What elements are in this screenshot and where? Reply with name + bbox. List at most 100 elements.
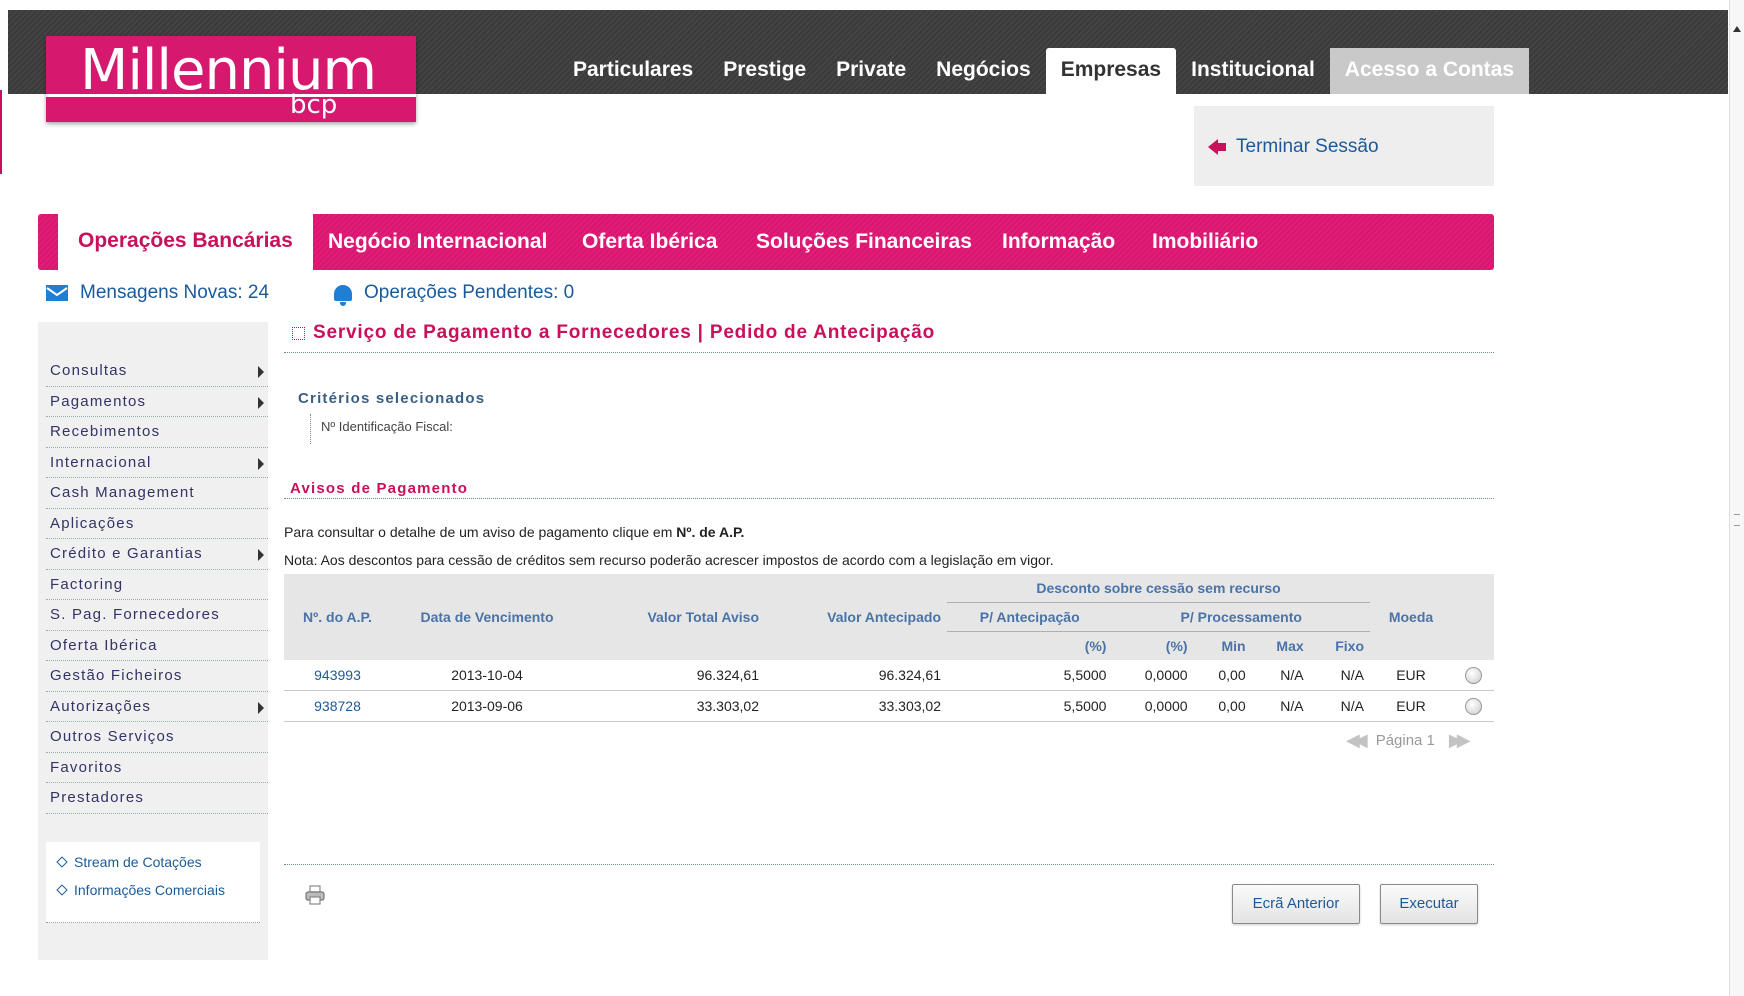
sidebar-item-cash-management[interactable]: Cash Management (46, 478, 268, 509)
sidebar-item-label: Cash Management (50, 484, 195, 501)
tab-operacoes-bancarias[interactable]: Operações Bancárias (58, 208, 313, 270)
topnav-negocios[interactable]: Negócios (921, 48, 1046, 94)
sidebar-item-pagamentos[interactable]: Pagamentos (46, 387, 268, 417)
pending-link[interactable]: Operações Pendentes: 0 (334, 282, 575, 306)
sidebar-item-internacional[interactable]: Internacional (46, 448, 268, 478)
sidebar-item-factoring[interactable]: Factoring (46, 570, 268, 600)
last-page-icon[interactable]: ▶▶ (1449, 730, 1471, 751)
scrollbar[interactable] (1729, 0, 1744, 996)
logo-sub: bcp (290, 90, 338, 120)
sidebar-item-label: Oferta Ibérica (50, 636, 158, 654)
cell-total: 33.303,02 (583, 690, 765, 722)
row-select-radio[interactable] (1464, 666, 1482, 684)
divider (284, 864, 1494, 865)
sidebar-item-label: Recebimentos (50, 423, 161, 440)
stream-cotacoes-link[interactable]: Stream de Cotações (56, 848, 260, 876)
sidebar-item-autorizacoes[interactable]: Autorizações (46, 692, 268, 722)
messages-label: Mensagens Novas: 24 (80, 282, 270, 303)
sidebar-item-credito-garantias[interactable]: Crédito e Garantias (46, 539, 268, 570)
ap-number-link[interactable]: 943993 (314, 667, 361, 683)
cell-p-proc: 0,0000 (1112, 690, 1194, 722)
session-box: Terminar Sessão (1194, 106, 1494, 186)
table-row: 943993 2013-10-04 96.324,61 96.324,61 5,… (284, 660, 1494, 691)
divider (284, 352, 1494, 353)
left-accent (0, 90, 2, 174)
section-nav: Operações Bancárias Negócio Internaciona… (38, 208, 1494, 270)
sidebar-item-label: Prestadores (50, 789, 145, 806)
scroll-up-icon[interactable] (1733, 26, 1741, 32)
col-min-header: Min (1193, 631, 1252, 660)
tab-negocio-internacional[interactable]: Negócio Internacional (328, 214, 547, 270)
first-page-icon[interactable]: ◀◀ (1346, 730, 1368, 751)
logout-link[interactable]: Terminar Sessão (1208, 136, 1379, 158)
col-max-header: Max (1251, 631, 1310, 660)
sidebar-item-prestadores[interactable]: Prestadores (46, 783, 268, 814)
cell-currency: EUR (1370, 690, 1452, 722)
info-line: Para consultar o detalhe de um aviso de … (284, 524, 744, 540)
print-icon[interactable] (304, 884, 326, 906)
sidebar-item-aplicacoes[interactable]: Aplicações (46, 509, 268, 539)
sidebar-item-label: Outros Serviços (50, 728, 175, 745)
col-pct2-header: (%) (1112, 631, 1194, 660)
informacoes-comerciais-link[interactable]: Informações Comerciais (56, 876, 260, 904)
pager: ◀◀ Página 1 ▶▶ (1346, 730, 1471, 751)
caret-right-icon (258, 396, 264, 409)
row-select-radio[interactable] (1464, 697, 1482, 715)
sidebar-item-oferta-iberica[interactable]: Oferta Ibérica (46, 631, 268, 661)
link-label: Informações Comerciais (74, 882, 225, 898)
sidebar-item-outros-servicos[interactable]: Outros Serviços (46, 722, 268, 753)
millennium-logo[interactable]: Millennium bcp (46, 36, 416, 122)
sidebar-item-label: Pagamentos (50, 392, 147, 410)
messages-link[interactable]: Mensagens Novas: 24 (46, 282, 269, 304)
col-select-header (1452, 574, 1494, 660)
sidebar-item-favoritos[interactable]: Favoritos (46, 753, 268, 783)
col-fixo-header: Fixo (1309, 631, 1370, 660)
criteria-title: Critérios selecionados (298, 390, 486, 407)
topnav-acesso-contas[interactable]: Acesso a Contas (1329, 48, 1530, 94)
tab-oferta-iberica[interactable]: Oferta Ibérica (582, 214, 717, 270)
bell-icon (334, 285, 352, 306)
cell-date: 2013-09-06 (391, 690, 583, 722)
page-title-text: Serviço de Pagamento a Fornecedores | Pe… (313, 322, 935, 343)
topnav-prestige[interactable]: Prestige (708, 48, 821, 94)
topnav-particulares[interactable]: Particulares (558, 48, 708, 94)
sidebar-item-consultas[interactable]: Consultas (46, 356, 268, 387)
sidebar-item-label: Consultas (50, 362, 128, 379)
cell-min: 0,00 (1193, 660, 1252, 691)
col-p-antecipacao-header: P/ Antecipação (947, 602, 1113, 632)
title-square-icon (292, 326, 305, 340)
sidebar-item-gestao-ficheiros[interactable]: Gestão Ficheiros (46, 661, 268, 692)
page-title: Serviço de Pagamento a Fornecedores | Pe… (292, 322, 935, 344)
scroll-grip-icon[interactable] (1734, 514, 1740, 526)
ap-number-link[interactable]: 938728 (314, 698, 361, 714)
col-num-header[interactable]: Nº. do A.P. (284, 574, 391, 660)
sidebar-item-s-pag-fornecedores[interactable]: S. Pag. Fornecedores (46, 600, 268, 631)
tab-solucoes-financeiras[interactable]: Soluções Financeiras (756, 214, 972, 270)
diamond-icon (56, 856, 68, 868)
back-button[interactable]: Ecrã Anterior (1232, 884, 1360, 924)
envelope-icon (46, 285, 68, 301)
cell-max: N/A (1251, 660, 1310, 691)
sidebar-item-label: S. Pag. Fornecedores (50, 606, 220, 623)
caret-right-icon (258, 549, 264, 561)
topnav-empresas[interactable]: Empresas (1045, 48, 1177, 94)
execute-button[interactable]: Executar (1380, 884, 1478, 924)
cell-p-proc: 0,0000 (1112, 660, 1194, 691)
topnav-institucional[interactable]: Institucional (1176, 48, 1330, 94)
sidebar-item-recebimentos[interactable]: Recebimentos (46, 417, 268, 448)
col-total-header[interactable]: Valor Total Aviso (583, 574, 765, 660)
topnav-private[interactable]: Private (821, 48, 921, 94)
payment-table: Nº. do A.P. Data de Vencimento Valor Tot… (284, 574, 1494, 722)
tab-informacao[interactable]: Informação (1002, 214, 1115, 270)
col-date-header[interactable]: Data de Vencimento (391, 574, 583, 660)
sidebar-menu: Consultas Pagamentos Recebimentos Intern… (46, 356, 268, 814)
col-advanced-header[interactable]: Valor Antecipado (765, 574, 947, 660)
criteria-field: Nº Identificação Fiscal: (310, 414, 453, 444)
tab-imobiliario[interactable]: Imobiliário (1152, 214, 1258, 270)
col-currency-header[interactable]: Moeda (1370, 574, 1452, 660)
sidebar-item-label: Gestão Ficheiros (50, 667, 183, 684)
arrow-left-icon (1208, 139, 1226, 155)
top-nav: Particulares Prestige Private Negócios E… (558, 48, 1530, 94)
pending-label: Operações Pendentes: 0 (364, 282, 575, 303)
info-text: Para consultar o detalhe de um aviso de … (284, 524, 677, 540)
